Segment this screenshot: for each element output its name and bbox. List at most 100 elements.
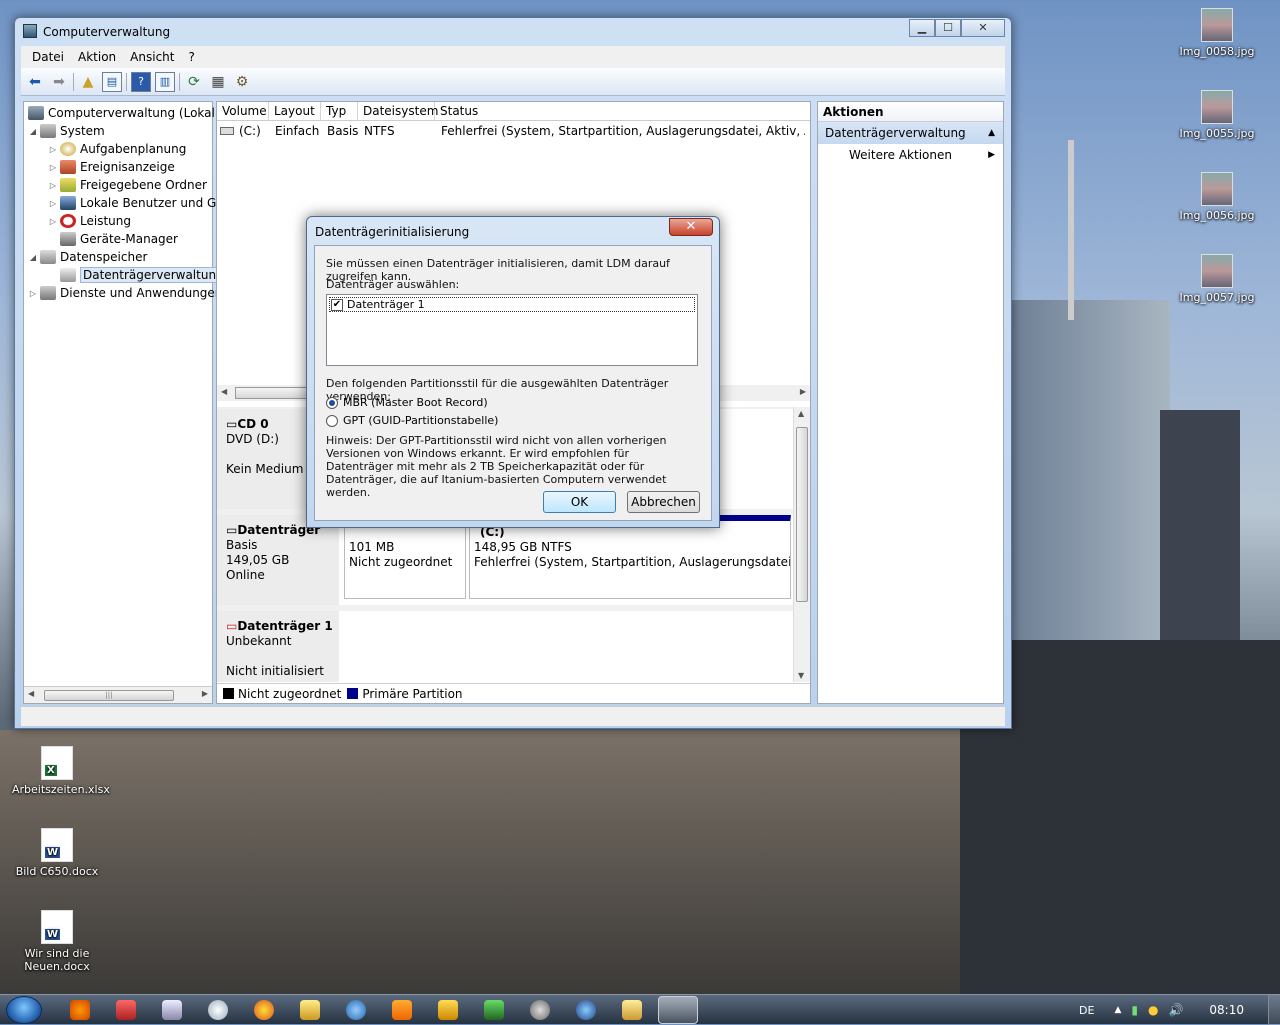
desktop-icon-img-0057[interactable]: Img_0057.jpg <box>1172 254 1262 304</box>
gpt-radio[interactable] <box>326 414 338 427</box>
tree-item-geraete-manager[interactable]: Geräte-Manager <box>60 230 178 248</box>
desktop-icon-wir-sind-die-neuen[interactable]: Wir sind die Neuen.docx <box>12 910 102 973</box>
gpt-radio-option[interactable]: GPT (GUID-Partitionstabelle) <box>326 414 498 427</box>
type-cell: Basis <box>327 124 359 138</box>
list-item[interactable]: ✔ Datenträger 1 <box>329 297 695 312</box>
scroll-down-icon[interactable]: ▼ <box>798 671 804 680</box>
tree-item-leistung[interactable]: ▷ Leistung <box>48 212 131 230</box>
more-actions-item[interactable]: Weitere Aktionen ▶ <box>818 144 1003 166</box>
computer-management-task-icon[interactable] <box>658 996 698 1024</box>
cancel-button[interactable]: Abbrechen <box>627 491 700 513</box>
clock[interactable]: 08:10 <box>1209 1003 1244 1017</box>
tree-item-datentraegerverwaltung[interactable]: Datenträgerverwaltung <box>60 266 227 284</box>
scroll-right-icon[interactable]: ▶ <box>202 689 208 698</box>
scroll-left-icon[interactable]: ◀ <box>28 689 34 698</box>
pinned-app-icon[interactable] <box>300 1000 320 1020</box>
firefox-icon[interactable] <box>70 1000 90 1020</box>
collapse-arrow-icon[interactable]: ▲ <box>988 122 995 144</box>
collapsed-arrow-icon[interactable]: ▷ <box>48 163 58 172</box>
tree-item-computerverwaltung[interactable]: Computerverwaltung (Lokal) <box>28 104 220 122</box>
column-dateisystem[interactable]: Dateisystem <box>358 102 438 120</box>
column-volume[interactable]: Volume <box>217 102 269 120</box>
refresh-icon[interactable]: ⟳ <box>184 72 204 92</box>
expanded-arrow-icon[interactable]: ◢ <box>28 253 38 262</box>
collapsed-arrow-icon[interactable]: ▷ <box>48 199 58 208</box>
tree-item-aufgabenplanung[interactable]: ▷ Aufgabenplanung <box>48 140 186 158</box>
pinned-app-icon[interactable] <box>162 1000 182 1020</box>
show-hide-tree-icon[interactable]: ▤ <box>102 71 122 92</box>
disk-row-disk0[interactable]: ▭Datenträger Basis 149,05 GB Online 101 … <box>217 515 793 605</box>
actions-section-datentraegerverwaltung[interactable]: Datenträgerverwaltung ▲ <box>818 122 1003 144</box>
menu-aktion[interactable]: Aktion <box>71 50 123 64</box>
menu-help[interactable]: ? <box>181 50 201 64</box>
pinned-app-icon[interactable] <box>484 1000 504 1020</box>
maximize-button[interactable]: ☐ <box>935 19 961 37</box>
properties-icon[interactable]: ▦ <box>208 72 228 92</box>
show-desktop-button[interactable] <box>1268 995 1280 1025</box>
tree-item-datenspeicher[interactable]: ◢ Datenspeicher <box>28 248 147 266</box>
minimize-button[interactable]: ▁ <box>909 19 935 37</box>
vlc-icon[interactable] <box>392 1000 412 1020</box>
scrollbar-thumb[interactable]: ||| <box>44 690 174 701</box>
menu-datei[interactable]: Datei <box>25 50 71 64</box>
mbr-radio[interactable] <box>326 396 338 409</box>
start-button[interactable] <box>6 996 42 1024</box>
column-typ[interactable]: Typ <box>321 102 358 120</box>
tree-item-lokale-benutzer[interactable]: ▷ Lokale Benutzer und Gr <box>48 194 221 212</box>
ok-button[interactable]: OK <box>543 491 616 513</box>
collapsed-arrow-icon[interactable]: ▷ <box>48 181 58 190</box>
dialog-close-button[interactable]: ✕ <box>669 218 713 236</box>
tree-item-system[interactable]: ◢ System <box>28 122 105 140</box>
pinned-app-icon[interactable] <box>208 1000 228 1020</box>
disk-row-disk1[interactable]: ▭Datenträger 1 Unbekannt Nicht initialis… <box>217 611 793 682</box>
mbr-radio-option[interactable]: MBR (Master Boot Record) <box>326 396 488 409</box>
tree-horizontal-scrollbar[interactable]: ◀ ||| ▶ <box>24 686 212 703</box>
tree-item-ereignisanzeige[interactable]: ▷ Ereignisanzeige <box>48 158 175 176</box>
browser-icon[interactable] <box>254 1000 274 1020</box>
collapsed-arrow-icon[interactable]: ▷ <box>48 217 58 226</box>
forward-arrow-icon[interactable]: ➡ <box>49 72 69 92</box>
table-row[interactable]: (C:) Einfach Basis NTFS Fehlerfrei (Syst… <box>217 122 805 140</box>
settings-icon[interactable]: ⚙ <box>232 72 252 92</box>
settings-icon[interactable] <box>530 1000 550 1020</box>
tree-item-dienste-und-anwendungen[interactable]: ▷ Dienste und Anwendungen <box>28 284 222 302</box>
title-bar[interactable]: Computerverwaltung ▁ ☐ ✕ <box>15 18 1011 44</box>
menu-ansicht[interactable]: Ansicht <box>123 50 181 64</box>
computer-icon <box>28 106 44 120</box>
scroll-up-icon[interactable]: ▲ <box>798 409 804 418</box>
collapsed-arrow-icon[interactable]: ▷ <box>48 145 58 154</box>
expanded-arrow-icon[interactable]: ◢ <box>28 127 38 136</box>
pinned-app-icon[interactable] <box>576 1000 596 1020</box>
app-tray-icon[interactable]: ● <box>1148 1003 1158 1017</box>
scroll-left-icon[interactable]: ◀ <box>221 387 227 396</box>
word-file-icon <box>41 910 73 944</box>
tree-item-freigegebene-ordner[interactable]: ▷ Freigegebene Ordner <box>48 176 207 194</box>
close-button[interactable]: ✕ <box>961 19 1005 37</box>
utility-app-icon[interactable] <box>116 1000 136 1020</box>
scrollbar-thumb[interactable] <box>235 387 315 399</box>
help-icon[interactable]: ? <box>131 71 151 92</box>
explorer-folder-icon[interactable] <box>622 1000 642 1020</box>
network-icon[interactable]: ▮ <box>1131 1003 1138 1017</box>
column-status[interactable]: Status <box>435 102 810 120</box>
column-layout[interactable]: Layout <box>269 102 321 120</box>
disk-view-vertical-scrollbar[interactable]: ▲ ▼ <box>793 407 810 682</box>
desktop-icon-img-0056[interactable]: Img_0056.jpg <box>1172 172 1262 222</box>
itunes-icon[interactable] <box>346 1000 366 1020</box>
scroll-right-icon[interactable]: ▶ <box>800 387 806 396</box>
desktop-icon-img-0055[interactable]: Img_0055.jpg <box>1172 90 1262 140</box>
desktop-icon-arbeitszeiten[interactable]: Arbeitszeiten.xlsx <box>12 746 110 796</box>
up-folder-icon[interactable]: ▲ <box>78 72 98 92</box>
back-arrow-icon[interactable]: ⬅ <box>25 72 45 92</box>
desktop-icon-img-0058[interactable]: Img_0058.jpg <box>1172 8 1262 58</box>
collapsed-arrow-icon[interactable]: ▷ <box>28 289 38 298</box>
show-action-pane-icon[interactable]: ▥ <box>155 71 175 92</box>
language-indicator[interactable]: DE <box>1079 1004 1094 1017</box>
media-player-icon[interactable] <box>438 1000 458 1020</box>
volume-icon[interactable]: 🔊 <box>1168 1003 1183 1017</box>
show-hidden-icons-icon[interactable]: ▲ <box>1114 1005 1121 1015</box>
scrollbar-thumb[interactable] <box>796 427 808 602</box>
image-file-icon <box>1201 8 1233 42</box>
disk-checkbox[interactable]: ✔ <box>331 298 343 311</box>
desktop-icon-bild-c650[interactable]: Bild C650.docx <box>12 828 102 878</box>
